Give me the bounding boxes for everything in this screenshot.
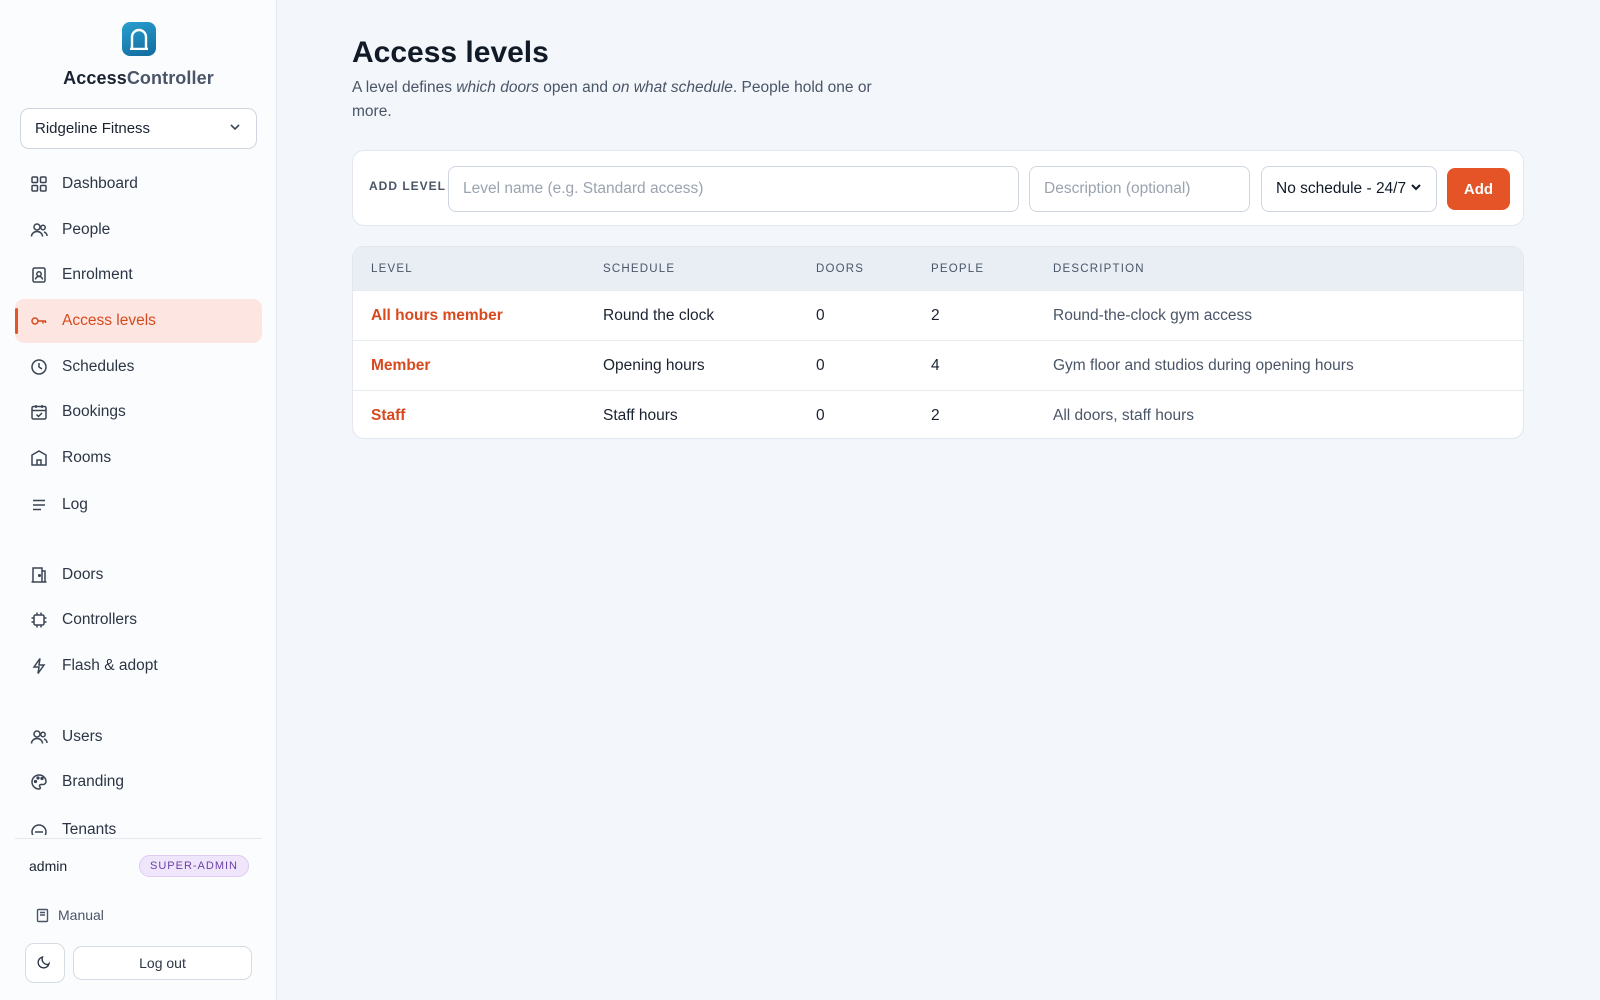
user-row: admin SUPER-ADMIN [29,855,249,877]
table-header: LEVEL SCHEDULE DOORS PEOPLE DESCRIPTION [353,247,1523,290]
level-name-input[interactable] [448,166,1019,212]
tenant-select[interactable]: Ridgeline Fitness [20,108,257,149]
sidebar-item-flash-adopt[interactable]: Flash & adopt [15,644,262,688]
level-link[interactable]: Member [371,357,430,375]
manual-link[interactable]: Manual [35,907,104,923]
access-levels-table: LEVEL SCHEDULE DOORS PEOPLE DESCRIPTION … [352,246,1524,439]
key-icon [30,312,48,330]
sidebar-item-label: Bookings [62,403,126,420]
add-level-card: ADD LEVEL No schedule - 24/7 Add [352,150,1524,226]
description-cell: Round-the-clock gym access [1053,307,1252,324]
chip-icon [30,611,48,629]
table-row: Staff Staff hours 0 2 All doors, staff h… [353,390,1523,438]
theme-toggle-button[interactable] [25,943,65,983]
level-link[interactable]: Staff [371,407,405,425]
sidebar-item-label: Branding [62,773,125,790]
grid-icon [30,175,48,193]
tenant-select-value: Ridgeline Fitness [35,120,151,137]
list-icon [30,496,48,514]
sidebar-item-people[interactable]: People [15,208,262,252]
sidebar: AccessController Ridgeline Fitness Dashb… [0,0,277,1000]
add-level-button[interactable]: Add [1447,168,1510,210]
sidebar-footer: admin SUPER-ADMIN Manual Log out [15,838,262,983]
level-link[interactable]: All hours member [371,307,503,325]
sidebar-item-label: Schedules [62,358,135,375]
sidebar-item-tenants[interactable]: Tenants [15,805,262,835]
calendar-check-icon [30,403,48,421]
sidebar-item-users[interactable]: Users [15,715,262,759]
sidebar-item-label: Users [62,728,103,745]
page-subtitle: A level defines which doors open and on … [352,79,872,120]
schedule-cell: Staff hours [603,407,678,424]
tenants-icon [30,823,48,835]
sidebar-item-schedules[interactable]: Schedules [15,345,262,389]
sidebar-item-dashboard[interactable]: Dashboard [15,162,262,206]
manual-label: Manual [58,907,104,923]
people-icon [30,221,48,239]
chevron-down-icon [228,120,242,138]
table-row: Member Opening hours 0 4 Gym floor and s… [353,340,1523,390]
column-header-doors: DOORS [816,263,865,275]
description-cell: Gym floor and studios during opening hou… [1053,357,1354,374]
building-icon [30,449,48,467]
table-row: All hours member Round the clock 0 2 Rou… [353,290,1523,340]
clock-icon [30,358,48,376]
sidebar-item-label: Flash & adopt [62,657,158,674]
users-icon [30,728,48,746]
door-icon [30,566,48,584]
people-cell: 2 [931,407,940,424]
sidebar-item-label: People [62,221,111,238]
schedule-select[interactable]: No schedule - 24/7 [1261,166,1437,212]
book-icon [35,908,50,923]
sidebar-item-label: Controllers [62,611,137,628]
brand-name: AccessController [63,68,214,88]
sidebar-item-label: Doors [62,566,104,583]
palette-icon [30,773,48,791]
schedule-cell: Round the clock [603,307,715,324]
sidebar-item-controllers[interactable]: Controllers [15,598,262,642]
column-header-description: DESCRIPTION [1053,263,1145,275]
sidebar-item-bookings[interactable]: Bookings [15,390,262,434]
bolt-icon [30,657,48,675]
sidebar-item-label: Dashboard [62,175,138,192]
sidebar-item-label: Tenants [62,821,117,835]
description-cell: All doors, staff hours [1053,407,1195,424]
column-header-people: PEOPLE [931,263,985,275]
user-name: admin [29,858,68,874]
moon-icon [37,953,53,974]
doors-cell: 0 [816,407,825,424]
sidebar-item-branding[interactable]: Branding [15,760,262,804]
sidebar-item-label: Rooms [62,449,112,466]
sidebar-item-rooms[interactable]: Rooms [15,436,262,480]
doors-cell: 0 [816,307,825,324]
brand-logo: AccessController [0,22,277,89]
level-description-input[interactable] [1029,166,1250,212]
schedule-cell: Opening hours [603,357,705,374]
people-cell: 2 [931,307,940,324]
add-level-label: ADD LEVEL [369,179,447,193]
chevron-down-icon [1410,180,1422,198]
sidebar-item-access-levels[interactable]: Access levels [15,299,262,343]
logout-button[interactable]: Log out [73,946,252,980]
people-cell: 4 [931,357,940,374]
doors-cell: 0 [816,357,825,374]
column-header-schedule: SCHEDULE [603,263,676,275]
badge-icon [30,266,48,284]
sidebar-item-label: Enrolment [62,266,133,283]
sidebar-item-label: Access levels [62,312,156,329]
sidebar-item-enrolment[interactable]: Enrolment [15,253,262,297]
sidebar-item-log[interactable]: Log [15,483,262,527]
page-title: Access levels [352,36,549,69]
column-header-level: LEVEL [371,263,413,275]
role-badge: SUPER-ADMIN [138,855,249,877]
door-logo-icon [121,22,156,56]
sidebar-item-label: Log [62,496,88,513]
schedule-select-value: No schedule - 24/7 [1276,180,1407,197]
sidebar-item-doors[interactable]: Doors [15,553,262,597]
